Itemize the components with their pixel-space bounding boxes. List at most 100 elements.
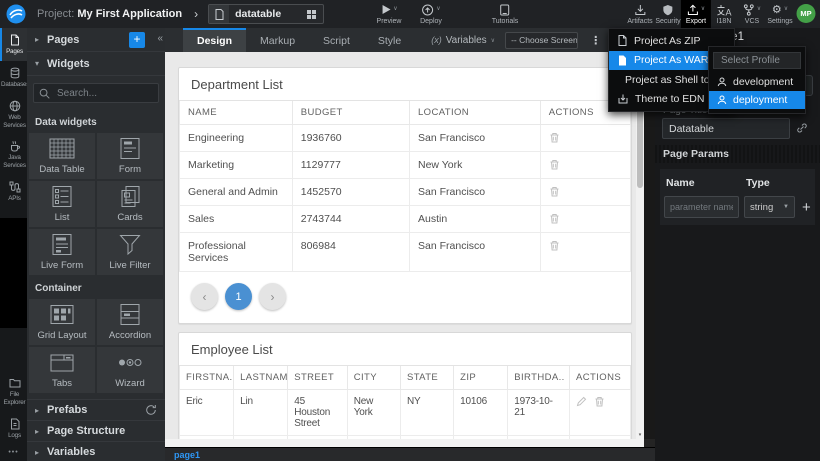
- table-row[interactable]: Professional Services806984San Francisco: [180, 233, 631, 272]
- submenu-item-development[interactable]: development: [709, 73, 805, 91]
- triangle-down-icon: ▾: [35, 59, 47, 68]
- table-row[interactable]: EricLin45 Houston StreetNew YorkNY101061…: [180, 390, 631, 436]
- param-name-input[interactable]: [664, 196, 739, 218]
- delete-row-icon[interactable]: [549, 159, 560, 170]
- col-header[interactable]: STATE: [400, 366, 453, 390]
- export-button[interactable]: ∨ Export: [681, 0, 711, 28]
- rail-item-file-explorer[interactable]: File Explorer: [0, 371, 27, 412]
- scroll-down-arrow-icon[interactable]: ▾: [636, 432, 644, 438]
- col-header[interactable]: LASTNAME: [234, 366, 288, 390]
- col-header[interactable]: CITY: [347, 366, 400, 390]
- table-title: Department List: [179, 68, 631, 101]
- delete-row-icon[interactable]: [549, 240, 560, 251]
- variables-section-header[interactable]: ▸ Variables: [27, 441, 165, 461]
- triangle-right-icon: ▸: [35, 406, 47, 415]
- refresh-prefabs-icon[interactable]: [145, 404, 157, 416]
- pagination-page-1[interactable]: 1: [225, 283, 252, 310]
- widget-list[interactable]: List: [29, 181, 95, 227]
- rail-item-java-services[interactable]: Java Services: [0, 134, 27, 175]
- tab-design[interactable]: Design: [183, 28, 246, 52]
- col-header[interactable]: ZIP: [454, 366, 508, 390]
- deploy-button[interactable]: ∨ Deploy: [415, 0, 447, 28]
- gear-icon: ⚙: [772, 4, 782, 16]
- add-page-button[interactable]: +: [129, 32, 145, 48]
- page-icon: [209, 5, 229, 23]
- page-title-input[interactable]: [662, 118, 790, 139]
- rail-more-icon[interactable]: •••: [0, 445, 27, 461]
- widget-data-table[interactable]: Data Table: [29, 133, 95, 179]
- widget-accordion[interactable]: Accordion: [97, 299, 163, 345]
- bottom-page-tab[interactable]: page1: [165, 450, 200, 460]
- rail-item-pages[interactable]: Pages: [0, 28, 27, 61]
- rail-item-logs[interactable]: Logs: [0, 412, 27, 445]
- edit-row-icon[interactable]: [576, 396, 587, 407]
- prefabs-section-header[interactable]: ▸ Prefabs: [27, 399, 165, 420]
- widget-search-input[interactable]: [55, 87, 153, 100]
- page-switcher-grid-icon[interactable]: [307, 10, 316, 19]
- page-selector[interactable]: datatable: [208, 4, 324, 24]
- widget-live-filter[interactable]: Live Filter: [97, 229, 163, 275]
- triangle-right-icon: ▸: [35, 448, 47, 457]
- table-row[interactable]: Marketing1129777New York: [180, 152, 631, 179]
- settings-button[interactable]: ⚙∨ Settings: [762, 0, 797, 28]
- page-params-header: Page Params: [655, 145, 820, 163]
- delete-row-icon[interactable]: [549, 132, 560, 143]
- project-breadcrumb: Project: My First Application: [37, 8, 182, 20]
- table-title: Employee List: [179, 333, 631, 366]
- chevron-down-icon: ∨: [784, 4, 788, 14]
- scrollbar-corner: [644, 439, 655, 447]
- screen-size-select[interactable]: -- Choose Screen Size -- ▼: [505, 32, 578, 49]
- col-header[interactable]: STREET: [288, 366, 348, 390]
- col-header[interactable]: NAME: [180, 101, 293, 125]
- delete-row-icon[interactable]: [549, 186, 560, 197]
- page-selector-value: datatable: [235, 8, 281, 20]
- rail-item-apis[interactable]: APIs: [0, 175, 27, 208]
- user-avatar[interactable]: MP: [797, 4, 816, 23]
- widget-live-form[interactable]: Live Form: [29, 229, 95, 275]
- page-structure-section-header[interactable]: ▸ Page Structure: [27, 420, 165, 441]
- widget-grid-layout[interactable]: Grid Layout: [29, 299, 95, 345]
- add-param-button[interactable]: +: [802, 199, 811, 216]
- col-header[interactable]: ACTIONS: [570, 366, 631, 390]
- param-col-type: Type: [746, 177, 770, 189]
- delete-row-icon[interactable]: [549, 213, 560, 224]
- canvas-horizontal-scrollbar[interactable]: [165, 439, 644, 447]
- widgets-section-header[interactable]: ▾ Widgets: [27, 52, 165, 76]
- department-list-widget[interactable]: Department List NAME BUDGET LOCATION ACT…: [178, 67, 632, 324]
- employee-list-widget[interactable]: Employee List FIRSTNA.. LASTNAME STREET …: [178, 332, 632, 439]
- pagination-next[interactable]: ›: [259, 283, 286, 310]
- col-header[interactable]: LOCATION: [410, 101, 541, 125]
- delete-row-icon[interactable]: [594, 396, 605, 407]
- table-row[interactable]: Sales2743744Austin: [180, 206, 631, 233]
- submenu-item-deployment[interactable]: deployment: [709, 91, 805, 109]
- tab-script[interactable]: Script: [309, 28, 364, 52]
- tutorials-button[interactable]: Tutorials: [487, 0, 524, 28]
- tab-style[interactable]: Style: [364, 28, 415, 52]
- widget-tabs[interactable]: Tabs: [29, 347, 95, 393]
- tab-markup[interactable]: Markup: [246, 28, 309, 52]
- variables-dropdown[interactable]: (x) Variables ∨: [431, 35, 495, 46]
- widget-form[interactable]: Form: [97, 133, 163, 179]
- table-row[interactable]: Engineering1936760San Francisco: [180, 125, 631, 152]
- param-type-select[interactable]: string ▼: [744, 196, 795, 218]
- widgets-panel: ▸ Pages + « ▾ Widgets Data widgets Data …: [27, 28, 165, 461]
- col-header[interactable]: FIRSTNA..: [180, 366, 234, 390]
- header-row: FIRSTNA.. LASTNAME STREET CITY STATE ZIP…: [180, 366, 631, 390]
- widget-wizard[interactable]: Wizard: [97, 347, 163, 393]
- pagination-prev[interactable]: ‹: [191, 283, 218, 310]
- widget-cards[interactable]: Cards: [97, 181, 163, 227]
- col-header[interactable]: BUDGET: [292, 101, 409, 125]
- chevron-down-icon: ∨: [701, 4, 705, 14]
- link-icon[interactable]: [796, 122, 808, 134]
- rail-item-web-services[interactable]: Web Services: [0, 94, 27, 135]
- i18n-button[interactable]: A I18N: [712, 0, 737, 28]
- kebab-menu-icon[interactable]: ⋮: [590, 34, 601, 47]
- col-header[interactable]: BIRTHDA..: [508, 366, 570, 390]
- pages-section-header[interactable]: ▸ Pages + «: [27, 28, 165, 52]
- wavemaker-logo-icon[interactable]: [6, 4, 26, 24]
- triangle-right-icon: ▸: [35, 35, 47, 44]
- table-row[interactable]: General and Admin1452570San Francisco: [180, 179, 631, 206]
- collapse-panel-icon[interactable]: «: [157, 33, 163, 44]
- rail-item-databases[interactable]: Databases: [0, 61, 27, 94]
- preview-button[interactable]: ∨ Preview: [372, 0, 407, 28]
